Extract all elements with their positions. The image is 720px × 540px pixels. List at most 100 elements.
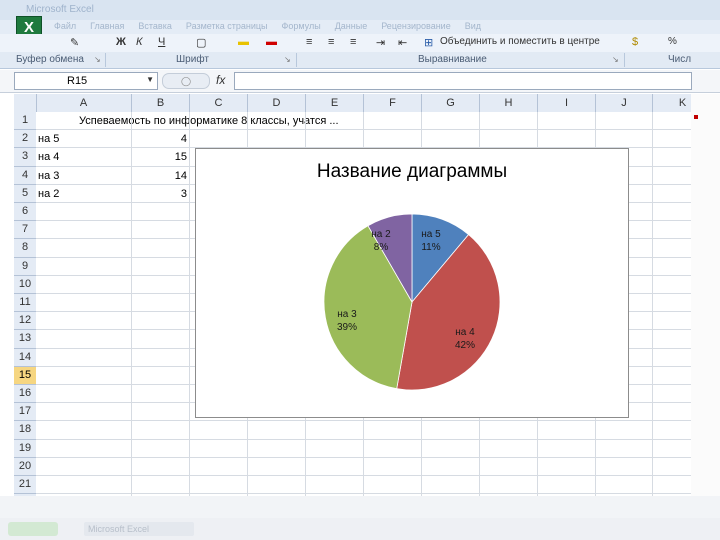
group-clipboard-label: Буфер обмена xyxy=(16,54,84,65)
column-header-g[interactable]: G xyxy=(422,94,480,112)
ribbon-group-labels: Буфер обмена ↘ Шрифт ↘ Выравнивание ↘ Чи… xyxy=(0,52,720,69)
sheet-right-margin xyxy=(691,94,720,496)
row-header[interactable]: 18 xyxy=(14,421,36,440)
cell-value[interactable]: 4 xyxy=(132,133,187,145)
cell-label[interactable]: на 3 xyxy=(38,170,59,182)
bold-icon[interactable]: Ж xyxy=(116,36,126,48)
select-all-corner[interactable] xyxy=(14,94,37,112)
start-button[interactable] xyxy=(8,522,58,536)
gridline xyxy=(36,438,691,440)
row-header[interactable]: 19 xyxy=(14,440,36,458)
row-header[interactable]: 2 xyxy=(14,130,36,149)
menu-tab[interactable]: Данные xyxy=(335,21,368,31)
pie-chart-svg: на 5 11% на 4 42% на 3 39% на 2 8% xyxy=(323,213,501,391)
menu-tab[interactable]: Вставка xyxy=(138,21,171,31)
merge-button[interactable]: Объединить и поместить в центре xyxy=(440,36,600,47)
cell-label[interactable]: на 4 xyxy=(38,151,59,163)
cell-value[interactable]: 15 xyxy=(132,151,187,163)
data-label-category[interactable]: на 5 xyxy=(421,229,441,240)
row-header[interactable]: 9 xyxy=(14,258,36,276)
cell-value[interactable]: 3 xyxy=(132,188,187,200)
menu-tab[interactable]: Формулы xyxy=(282,21,321,31)
data-label-category[interactable]: на 4 xyxy=(455,327,475,338)
formula-bar: R15 ▼ ◯ fx xyxy=(0,70,720,93)
indent-right-icon[interactable]: ⇤ xyxy=(398,36,407,49)
indent-icon[interactable]: ⇥ xyxy=(376,36,385,49)
row-header[interactable]: 6 xyxy=(14,203,36,222)
align-left-icon[interactable]: ≡ xyxy=(306,36,312,48)
column-header-j[interactable]: J xyxy=(596,94,653,112)
row-header[interactable]: 21 xyxy=(14,476,36,495)
insert-function-icon[interactable]: fx xyxy=(216,73,225,87)
data-label-percent[interactable]: 42% xyxy=(455,340,475,351)
cell-label[interactable]: на 2 xyxy=(38,188,59,200)
column-header-i[interactable]: I xyxy=(538,94,596,112)
data-label-category[interactable]: на 3 xyxy=(337,309,357,320)
data-label-percent[interactable]: 11% xyxy=(421,242,440,253)
cell-label[interactable]: на 5 xyxy=(38,133,59,145)
menu-tab[interactable]: Рецензирование xyxy=(381,21,451,31)
column-headers: ABCDEFGHIJK xyxy=(14,94,713,113)
italic-icon[interactable]: К xyxy=(136,36,142,48)
menu-tab[interactable]: Разметка страницы xyxy=(186,21,268,31)
border-icon[interactable]: ▢ xyxy=(196,36,206,49)
name-box[interactable]: R15 ▼ xyxy=(14,72,158,90)
chevron-down-icon[interactable]: ▼ xyxy=(146,75,154,84)
group-font-label: Шрифт xyxy=(176,54,209,65)
row-header[interactable]: 17 xyxy=(14,403,36,422)
row-header[interactable]: 15 xyxy=(14,366,36,385)
row-header[interactable]: 10 xyxy=(14,276,36,294)
formula-bar-expand-control[interactable]: ◯ xyxy=(162,73,210,89)
align-right-icon[interactable]: ≡ xyxy=(350,36,356,48)
row-header[interactable]: 16 xyxy=(14,385,36,404)
taskbar: Microsoft Excel xyxy=(0,518,720,540)
column-header-e[interactable]: E xyxy=(306,94,364,112)
dialog-launcher-icon[interactable]: ↘ xyxy=(284,55,291,64)
row-header[interactable]: 4 xyxy=(14,167,36,185)
dialog-launcher-icon[interactable]: ↘ xyxy=(94,55,101,64)
formula-input[interactable] xyxy=(234,72,692,90)
row-header[interactable]: 13 xyxy=(14,330,36,349)
row-header[interactable]: 3 xyxy=(14,148,36,167)
row-header[interactable]: 8 xyxy=(14,239,36,258)
menu-tab[interactable]: Файл xyxy=(54,21,76,31)
row-header[interactable]: 7 xyxy=(14,221,36,240)
column-header-b[interactable]: B xyxy=(132,94,190,112)
cell-value[interactable]: 14 xyxy=(132,170,187,182)
group-number-label: Числ xyxy=(668,54,692,65)
data-label-category[interactable]: на 2 xyxy=(371,229,391,240)
align-center-icon[interactable]: ≡ xyxy=(328,36,334,48)
column-header-a[interactable]: A xyxy=(36,94,132,112)
ribbon-tabs: Файл Главная Вставка Разметка страницы Форму… xyxy=(0,20,720,34)
column-header-h[interactable]: H xyxy=(480,94,538,112)
merge-icon[interactable]: ⊞ xyxy=(424,36,433,49)
column-header-f[interactable]: F xyxy=(364,94,422,112)
row-headers: 1 2 3 4 5 6 7 8 9 10 11 12 13 14 15 16 17 18 19 20 21 xyxy=(14,112,37,496)
data-label-percent[interactable]: 39% xyxy=(337,322,357,333)
row-header[interactable]: 11 xyxy=(14,294,36,313)
clipboard-icon[interactable]: ✎ xyxy=(70,36,79,49)
percent-icon[interactable]: % xyxy=(668,36,677,47)
row-header[interactable]: 5 xyxy=(14,185,36,203)
menu-tab[interactable]: Главная xyxy=(90,21,124,31)
font-color-icon[interactable]: ▬ xyxy=(266,36,277,48)
taskbar-item-excel[interactable]: Microsoft Excel xyxy=(84,522,194,536)
fill-color-icon[interactable]: ▬ xyxy=(238,36,249,48)
dialog-launcher-icon[interactable]: ↘ xyxy=(612,55,619,64)
window-title: Microsoft Excel xyxy=(26,4,94,15)
data-label-percent[interactable]: 8% xyxy=(374,242,389,253)
row-header[interactable]: 20 xyxy=(14,458,36,476)
currency-icon[interactable]: $ xyxy=(632,36,638,48)
row-header[interactable]: 12 xyxy=(14,312,36,331)
status-bar xyxy=(0,496,720,518)
cell-B1-title[interactable]: Успеваемость по информатике 8 классы, уч… xyxy=(79,115,339,127)
ribbon-toolbar: ✎ Ж К Ч ▢ ▬ ▬ ≡ ≡ ≡ ⇥ ⇤ ⊞ Объединить и п… xyxy=(0,34,720,52)
column-header-c[interactable]: C xyxy=(190,94,248,112)
menu-tab[interactable]: Вид xyxy=(465,21,481,31)
row-header[interactable]: 1 xyxy=(14,112,36,131)
pie-chart[interactable]: Название диаграммы на 5 11% на 4 42% на 3 39%… xyxy=(195,148,629,418)
row-header[interactable]: 14 xyxy=(14,349,36,367)
underline-icon[interactable]: Ч xyxy=(158,36,165,48)
gridline xyxy=(36,475,691,476)
column-header-d[interactable]: D xyxy=(248,94,306,112)
